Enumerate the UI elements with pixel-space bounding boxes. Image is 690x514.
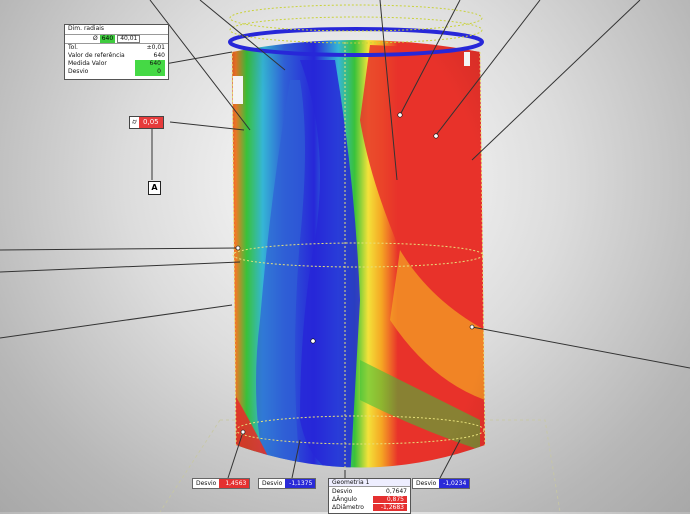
geometry-diameter-row: ΔDiâmetro -1,2683 <box>329 503 410 511</box>
deviation-row: Desvio 0 <box>65 68 168 76</box>
measure-point <box>433 133 439 139</box>
tolerance-row: Tol. ±0,01 <box>68 44 165 51</box>
radius-row: Ø 640 40,01 <box>65 35 168 44</box>
geometry-deviation-row: Desvio 0,7647 <box>332 487 407 495</box>
measured-value-row: Medida Valor 640 <box>65 60 168 68</box>
deviation-label[interactable]: Desvio -1,1375 <box>258 478 317 489</box>
diameter-symbol: Ø <box>93 35 98 42</box>
measure-point <box>469 324 475 330</box>
3d-viewport[interactable]: Dim. radiais Ø 640 40,01 Tol. ±0,01 Valo… <box>0 0 690 514</box>
deviation-label[interactable]: Desvio 1,4563 <box>192 478 251 489</box>
radius-input[interactable]: 40,01 <box>117 35 141 43</box>
measure-point <box>310 338 316 344</box>
cylindricity-icon: ⌭ <box>130 117 140 128</box>
datum-a-label[interactable]: A <box>148 181 161 195</box>
geometry-result-panel[interactable]: Geometria 1 Desvio 0,7647 ΔÂngulo 0,875 … <box>328 478 411 514</box>
deviation-label[interactable]: Desvio -1,0234 <box>412 478 471 489</box>
reference-value-row: Valor de referência 640 <box>68 52 165 59</box>
cylinder-body <box>232 40 485 468</box>
radial-dimension-panel[interactable]: Dim. radiais Ø 640 40,01 Tol. ±0,01 Valo… <box>64 24 169 80</box>
measure-point <box>397 112 403 118</box>
geometry-angle-row: ΔÂngulo 0,875 <box>329 495 410 503</box>
cylindricity-tolerance-box[interactable]: ⌭ 0,05 <box>129 116 164 129</box>
panel-title: Dim. radiais <box>65 25 168 35</box>
measure-point <box>240 429 246 435</box>
radius-value: 640 <box>99 35 116 43</box>
geometry-title: Geometria 1 <box>329 479 410 487</box>
measure-point <box>235 245 241 251</box>
tolerance-value: 0,05 <box>139 117 163 128</box>
